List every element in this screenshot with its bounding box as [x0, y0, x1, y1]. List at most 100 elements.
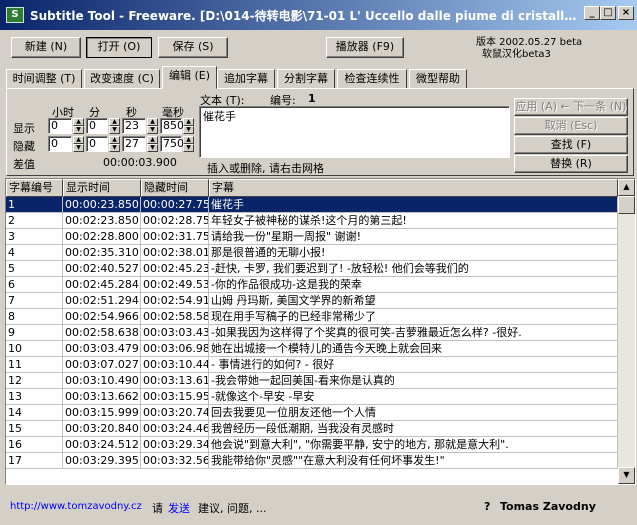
row-show-time[interactable]: 00:02:40.527 [63, 261, 141, 277]
scroll-up-icon[interactable]: ▲ [618, 179, 635, 196]
row-subtitle-text[interactable]: 催花手 [209, 197, 618, 213]
row-subtitle-text[interactable]: -我会带她一起回美国-看来你是认真的 [209, 373, 618, 389]
show-hour-input[interactable]: 0 [48, 118, 72, 134]
row-hide-time[interactable]: 00:02:54.91 [141, 293, 209, 309]
row-number[interactable]: 1 [6, 197, 63, 213]
table-row[interactable]: 6 00:02:45.284 00:02:49.53 -你的作品很成功-这是我的荣幸 [6, 277, 618, 293]
row-subtitle-text[interactable]: -赶快, 卡罗, 我们要迟到了! -放轻松! 他们会等我们的 [209, 261, 618, 277]
row-number[interactable]: 14 [6, 405, 63, 421]
apply-next-button[interactable]: 应用 (A) ← 下一条 (N) [514, 98, 628, 116]
row-subtitle-text[interactable]: 那是很普通的无聊小报! [209, 245, 618, 261]
column-header-subtitle[interactable]: 字幕 [209, 179, 618, 197]
row-show-time[interactable]: 00:02:45.284 [63, 277, 141, 293]
table-row[interactable]: 2 00:02:23.850 00:02:28.75 年轻女子被神秘的谋杀!这个月的第… [6, 213, 618, 229]
table-row[interactable]: 11 00:03:07.027 00:03:10.44- 事情进行的如何? - 很好 [6, 357, 618, 373]
row-number[interactable]: 15 [6, 421, 63, 437]
column-header-hide-time[interactable]: 隐藏时间 [141, 179, 209, 197]
row-hide-time[interactable]: 00:03:29.34 [141, 437, 209, 453]
row-subtitle-text[interactable]: 山姆 丹玛斯, 美国文学界的新希望 [209, 293, 618, 309]
row-show-time[interactable]: 00:02:54.966 [63, 309, 141, 325]
hide-hour-input[interactable]: 0 [48, 136, 72, 152]
show-second-input[interactable]: 23 [122, 118, 146, 134]
hide-millisecond-spinner[interactable]: ▲ ▼ [183, 136, 194, 152]
subtitle-text-area[interactable]: 催花手 [199, 106, 510, 158]
row-number[interactable]: 16 [6, 437, 63, 453]
row-hide-time[interactable]: 00:03:13.61 [141, 373, 209, 389]
row-hide-time[interactable]: 00:03:24.46 [141, 421, 209, 437]
cancel-button[interactable]: 取消 (Esc) [514, 117, 628, 135]
table-row[interactable]: 5 00:02:40.527 00:02:45.23 -赶快, 卡罗, 我们要迟到了!… [6, 261, 618, 277]
new-button[interactable]: 新建 (N) [11, 37, 81, 58]
close-button[interactable]: × [618, 6, 634, 20]
row-number[interactable]: 12 [6, 373, 63, 389]
row-hide-time[interactable]: 00:02:49.53 [141, 277, 209, 293]
show-millisecond-input[interactable]: 850 [160, 118, 184, 134]
row-subtitle-text[interactable]: -就像这个-早安 -早安 [209, 389, 618, 405]
show-hour-spinner[interactable]: ▲ ▼ [73, 118, 84, 134]
row-show-time[interactable]: 00:02:23.850 [63, 213, 141, 229]
open-button[interactable]: 打开 (O) [86, 37, 152, 58]
tab-edit[interactable]: 编辑 (E) [162, 66, 217, 89]
table-row[interactable]: 17 00:03:29.395 00:03:32.56 我能带给你"灵感""在意大利没… [6, 453, 618, 469]
row-hide-time[interactable]: 00:00:27.75 [141, 197, 209, 213]
find-button[interactable]: 查找 (F) [514, 136, 628, 154]
scroll-down-icon[interactable]: ▼ [618, 467, 635, 484]
row-number[interactable]: 2 [6, 213, 63, 229]
row-number[interactable]: 8 [6, 309, 63, 325]
column-header-show-time[interactable]: 显示时间 [63, 179, 141, 197]
row-subtitle-text[interactable]: 她在出城接一个模特儿的通告今天晚上就会回来 [209, 341, 618, 357]
row-hide-time[interactable]: 00:02:58.58 [141, 309, 209, 325]
replace-button[interactable]: 替换 (R) [514, 155, 628, 173]
row-show-time[interactable]: 00:03:07.027 [63, 357, 141, 373]
hide-minute-input[interactable]: 0 [86, 136, 108, 152]
row-show-time[interactable]: 00:02:35.310 [63, 245, 141, 261]
hide-second-input[interactable]: 27 [122, 136, 146, 152]
send-link[interactable]: 发送 [168, 500, 190, 516]
row-number[interactable]: 17 [6, 453, 63, 469]
row-hide-time[interactable]: 00:02:31.75 [141, 229, 209, 245]
tab-time-adjust[interactable]: 时间调整 (T) [6, 69, 82, 89]
row-number[interactable]: 4 [6, 245, 63, 261]
row-hide-time[interactable]: 00:03:15.95 [141, 389, 209, 405]
row-show-time[interactable]: 00:03:10.490 [63, 373, 141, 389]
table-row[interactable]: 10 00:03:03.479 00:03:06.98 她在出城接一个模特儿的通告今天… [6, 341, 618, 357]
row-hide-time[interactable]: 00:03:03.43 [141, 325, 209, 341]
row-subtitle-text[interactable]: - 事情进行的如何? - 很好 [209, 357, 618, 373]
row-hide-time[interactable]: 00:02:45.23 [141, 261, 209, 277]
table-row[interactable]: 13 00:03:13.662 00:03:15.95 -就像这个-早安 -早安 [6, 389, 618, 405]
table-row[interactable]: 1 00:00:23.850 00:00:27.75 催花手 [6, 197, 618, 213]
row-subtitle-text[interactable]: 请给我一份"星期一周报" 谢谢! [209, 229, 618, 245]
maximize-button[interactable]: □ [600, 6, 616, 20]
row-subtitle-text[interactable]: -你的作品很成功-这是我的荣幸 [209, 277, 618, 293]
row-subtitle-text[interactable]: -如果我因为这样得了个奖真的很可笑-吉萝雅最近怎么样? -很好. [209, 325, 618, 341]
tab-append-subtitle[interactable]: 追加字幕 [217, 69, 275, 89]
column-header-number[interactable]: 字幕编号 [6, 179, 63, 197]
row-hide-time[interactable]: 00:03:20.74 [141, 405, 209, 421]
hide-hour-spinner[interactable]: ▲ ▼ [73, 136, 84, 152]
row-number[interactable]: 9 [6, 325, 63, 341]
show-millisecond-spinner[interactable]: ▲ ▼ [183, 118, 194, 134]
table-row[interactable]: 8 00:02:54.966 00:02:58.58 现在用手写稿子的已经非常稀少了 [6, 309, 618, 325]
table-row[interactable]: 16 00:03:24.512 00:03:29.34 他会说"到意大利", "你需要… [6, 437, 618, 453]
row-show-time[interactable]: 00:02:28.800 [63, 229, 141, 245]
row-subtitle-text[interactable]: 我曾经历一段低潮期, 当我没有灵感时 [209, 421, 618, 437]
table-row[interactable]: 7 00:02:51.294 00:02:54.91 山姆 丹玛斯, 美国文学界的新希… [6, 293, 618, 309]
hide-millisecond-input[interactable]: 750 [160, 136, 184, 152]
row-number[interactable]: 11 [6, 357, 63, 373]
row-show-time[interactable]: 00:03:15.999 [63, 405, 141, 421]
row-subtitle-text[interactable]: 现在用手写稿子的已经非常稀少了 [209, 309, 618, 325]
tab-mini-help[interactable]: 微型帮助 [409, 69, 467, 89]
row-number[interactable]: 13 [6, 389, 63, 405]
scroll-thumb[interactable] [618, 196, 635, 214]
row-subtitle-text[interactable]: 我能带给你"灵感""在意大利没有任何坏事发生!" [209, 453, 618, 469]
show-minute-spinner[interactable]: ▲ ▼ [109, 118, 120, 134]
row-show-time[interactable]: 00:02:51.294 [63, 293, 141, 309]
row-number[interactable]: 10 [6, 341, 63, 357]
row-show-time[interactable]: 00:03:03.479 [63, 341, 141, 357]
hide-minute-spinner[interactable]: ▲ ▼ [109, 136, 120, 152]
table-row[interactable]: 9 00:02:58.638 00:03:03.43 -如果我因为这样得了个奖真的很可… [6, 325, 618, 341]
row-number[interactable]: 6 [6, 277, 63, 293]
table-row[interactable]: 14 00:03:15.999 00:03:20.74 回去我要见一位朋友还他一个人情 [6, 405, 618, 421]
row-subtitle-text[interactable]: 年轻女子被神秘的谋杀!这个月的第三起! [209, 213, 618, 229]
row-subtitle-text[interactable]: 回去我要见一位朋友还他一个人情 [209, 405, 618, 421]
